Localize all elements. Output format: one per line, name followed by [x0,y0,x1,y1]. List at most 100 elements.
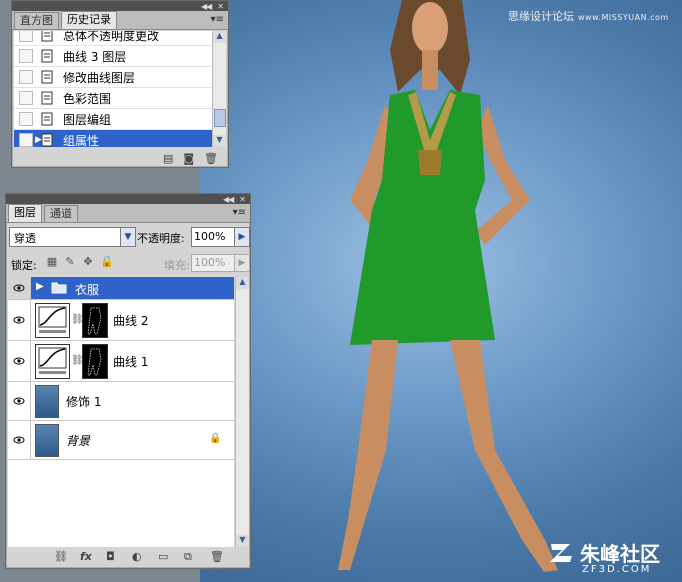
panel-menu-icon[interactable]: ▾≡ [233,207,246,218]
panel-menu-icon[interactable]: ▾≡ [211,14,224,25]
history-item-selected[interactable]: ▶ 组属性 [14,130,212,147]
history-item[interactable]: 总体不透明度更改 [14,31,212,46]
blend-mode-select[interactable]: 穿透 ▼ [9,227,136,247]
camera-icon[interactable]: ◙ [183,152,194,165]
adjustment-icon[interactable]: ◐ [132,550,142,563]
watermark-top-latin: www.MISSYUAN.com [578,13,669,22]
visibility-toggle[interactable] [8,277,31,299]
history-item[interactable]: 色彩范围 [14,88,212,109]
history-item[interactable]: 曲线 3 图层 [14,46,212,67]
layers-scrollbar[interactable]: ▲ ▼ [235,277,249,547]
tab-channels[interactable]: 通道 [44,205,78,222]
opacity-slider-button[interactable]: ▶ [234,227,250,247]
tab-history[interactable]: 历史记录 [61,11,117,29]
history-brush-source-checkbox[interactable] [19,112,33,126]
history-state-icon [41,133,53,147]
eye-icon[interactable] [13,434,25,446]
eye-icon[interactable] [13,282,25,294]
history-item[interactable]: 图层编组 [14,109,212,130]
fill-slider-button[interactable]: ▶ [234,254,250,272]
layer-row-retouch[interactable]: 修饰 1 [8,382,234,421]
lock-all-icon[interactable]: 🔒 [100,256,114,268]
watermark-top-cn: 思缘设计论坛 [508,10,574,23]
layer-row-group[interactable]: ▶ 衣服 [8,277,234,300]
layer-name: 曲线 2 [113,314,149,328]
history-scrollbar[interactable]: ▲ ▼ [212,31,226,147]
scroll-down-icon[interactable]: ▼ [236,535,249,547]
tab-layers[interactable]: 图层 [8,204,42,222]
history-brush-source-checkbox[interactable] [19,70,33,84]
collapse-icon[interactable]: ◀◀ [201,2,212,11]
lock-position-icon[interactable]: ✥ [82,256,94,268]
history-panel-titlebar[interactable]: ◀◀ ✕ [12,1,228,11]
history-state-pointer-icon: ▶ [35,135,42,145]
lock-row: 锁定: ▦ ✎ ✥ 🔒 填充: 100% ▶ [6,252,250,274]
collapse-icon[interactable]: ◀◀ [223,195,234,204]
scroll-up-icon[interactable]: ▲ [236,277,249,289]
layer-mask-thumbnail[interactable] [82,303,108,338]
mask-icon[interactable]: ◘ [106,550,115,563]
history-item-label: 曲线 3 图层 [63,49,127,64]
scroll-up-icon[interactable]: ▲ [213,31,226,43]
layer-mask-thumbnail[interactable] [82,344,108,379]
history-state-icon [41,70,53,84]
history-footer: ▤ ◙ 🗑 [12,149,228,167]
history-state-icon [41,49,53,63]
watermark-top: 思缘设计论坛 www.MISSYUAN.com [508,8,669,24]
layer-thumbnail[interactable] [35,424,59,457]
fill-label: 填充: [164,259,190,272]
scroll-down-icon[interactable]: ▼ [213,135,226,147]
folder-icon[interactable]: ▭ [158,550,168,563]
lock-pixels-icon[interactable]: ✎ [64,256,76,268]
watermark-logo: 朱峰社区 ZF3D.COM [548,538,678,578]
blend-mode-value: 穿透 [14,232,36,245]
new-layer-icon[interactable]: ⧉ [184,550,192,564]
history-item[interactable]: 修改曲线图层 [14,67,212,88]
history-brush-source-checkbox[interactable] [19,91,33,105]
layer-list: ▶ 衣服 ⛓ 曲线 2 ⛓ 曲线 1 修饰 1 背景 🔒 [8,277,234,547]
history-item-label: 总体不透明度更改 [63,31,160,43]
group-expand-icon[interactable]: ▶ [36,281,44,292]
layer-row-background[interactable]: 背景 🔒 [8,421,234,460]
visibility-toggle[interactable] [8,421,31,459]
layer-row-curves-1[interactable]: ⛓ 曲线 1 [8,341,234,382]
layers-panel: ◀◀ ✕ 图层 通道 ▾≡ 穿透 ▼ 不透明度: 100% ▶ 锁定: ▦ ✎ … [5,193,251,569]
chevron-down-icon[interactable]: ▼ [120,228,135,246]
tab-histogram[interactable]: 直方图 [14,12,59,29]
eye-icon[interactable] [13,355,25,367]
fx-icon[interactable]: fx [80,550,92,563]
visibility-toggle[interactable] [8,300,31,340]
eye-icon[interactable] [13,395,25,407]
link-icon[interactable]: ⛓ [54,550,68,563]
history-brush-source-checkbox[interactable] [19,133,33,147]
fill-input[interactable]: 100% [191,254,235,272]
visibility-toggle[interactable] [8,382,31,420]
history-item-label: 图层编组 [63,112,112,127]
history-brush-source-checkbox[interactable] [19,49,33,63]
curves-adjustment-icon [35,303,70,338]
model-illustration [338,0,558,572]
history-list: 总体不透明度更改 曲线 3 图层 修改曲线图层 色彩范围 图层编组 ▶ 组属性 [14,31,212,147]
layers-panel-tabs: 图层 通道 ▾≡ [6,204,250,223]
layer-row-curves-2[interactable]: ⛓ 曲线 2 [8,300,234,341]
scroll-thumb[interactable] [214,109,226,127]
history-item-label: 色彩范围 [63,91,112,106]
close-icon[interactable]: ✕ [217,2,224,11]
layers-footer: ⛓ fx ◘ ◐ ▭ ⧉ 🗑 [6,550,250,566]
eye-icon[interactable] [13,314,25,326]
opacity-input[interactable]: 100% [191,227,235,247]
layers-panel-titlebar[interactable]: ◀◀ ✕ [6,194,250,204]
watermark-logo-en: ZF3D.COM [582,564,652,575]
history-panel: ◀◀ ✕ 直方图 历史记录 ▾≡ 总体不透明度更改 曲线 3 图层 修改曲线图层… [11,0,229,168]
visibility-toggle[interactable] [8,341,31,381]
trash-icon[interactable]: 🗑 [204,152,218,165]
new-document-icon[interactable]: ▤ [163,152,173,165]
history-brush-source-checkbox[interactable] [19,31,33,42]
lock-transparency-icon[interactable]: ▦ [46,256,58,268]
opacity-label: 不透明度: [137,232,185,245]
history-state-icon [41,91,53,105]
layer-name: 衣服 [75,283,100,297]
close-icon[interactable]: ✕ [239,195,246,204]
layer-thumbnail[interactable] [35,385,59,418]
trash-icon[interactable]: 🗑 [210,550,224,563]
